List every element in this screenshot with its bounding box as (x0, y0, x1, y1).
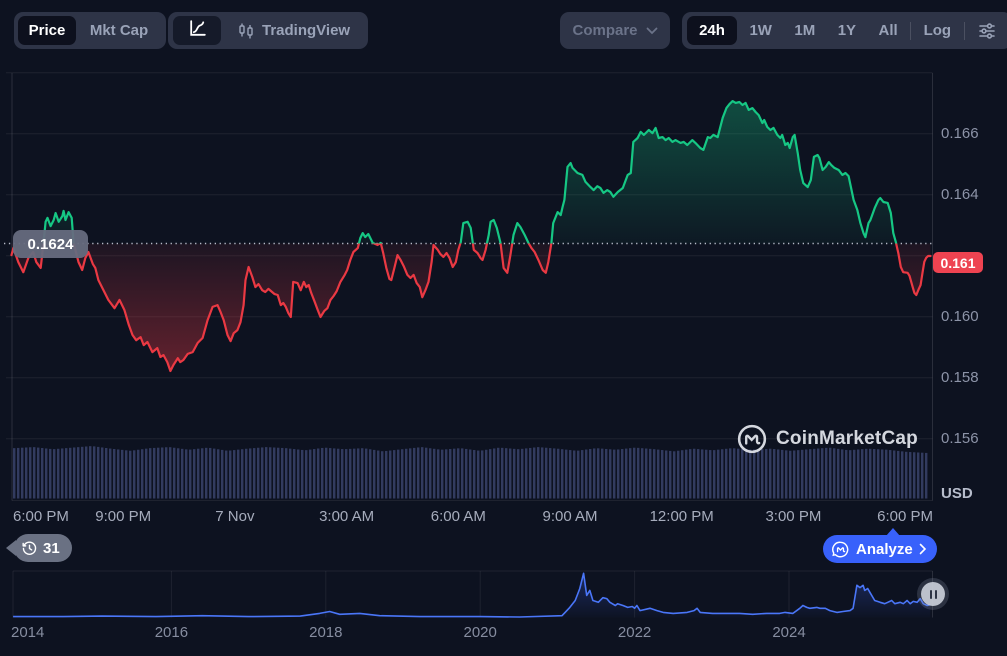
y-axis-label: 0.164 (941, 186, 1001, 203)
compare-button[interactable]: Compare (560, 12, 670, 49)
history-clock-icon (21, 540, 38, 557)
sliders-icon (977, 21, 997, 41)
range-slider-handle[interactable] (921, 582, 945, 606)
y-axis-label: 0.156 (941, 430, 1001, 447)
range-1y-button[interactable]: 1Y (828, 16, 866, 45)
tradingview-label: TradingView (262, 22, 350, 39)
time-axis-label: 12:00 PM (650, 508, 714, 525)
year-axis-label: 2020 (464, 624, 497, 641)
line-chart-type-button[interactable] (173, 16, 221, 45)
year-axis-label: 2016 (155, 624, 188, 641)
time-axis-label: 9:00 PM (95, 508, 151, 525)
watermark-label: CoinMarketCap (776, 428, 918, 450)
chevron-right-icon (919, 543, 927, 555)
chevron-down-icon (646, 27, 658, 35)
line-chart-icon (187, 18, 208, 44)
year-axis-label: 2018 (309, 624, 342, 641)
range-1w-button[interactable]: 1W (739, 16, 782, 45)
y-axis-label: 0.166 (941, 125, 1001, 142)
range-selector-group: 24h 1W 1M 1Y All Log (682, 12, 1007, 49)
coinmarketcap-logo-icon (737, 424, 767, 454)
baseline-price-label: 0.1624 (13, 230, 88, 258)
current-price-badge: 0.161 (933, 252, 983, 273)
price-tab[interactable]: Price (18, 16, 76, 45)
compare-label: Compare (572, 22, 637, 39)
time-axis-label: 6:00 PM (13, 508, 69, 525)
range-all-button[interactable]: All (869, 16, 908, 45)
year-axis-label: 2024 (772, 624, 805, 641)
year-axis-label: 2022 (618, 624, 651, 641)
range-1m-button[interactable]: 1M (784, 16, 825, 45)
history-badge[interactable]: 31 (14, 534, 72, 562)
time-axis-label: 6:00 PM (877, 508, 933, 525)
candlestick-icon (237, 22, 255, 40)
price-mktcap-toggle: Price Mkt Cap (14, 12, 166, 49)
analyze-button[interactable]: Analyze (823, 535, 937, 563)
history-count: 31 (43, 540, 60, 557)
log-scale-toggle[interactable]: Log (914, 16, 962, 45)
analyze-label: Analyze (856, 541, 913, 558)
time-axis-label: 3:00 AM (319, 508, 374, 525)
time-axis-label: 9:00 AM (542, 508, 597, 525)
cmc-bubble-icon (831, 540, 850, 559)
divider (910, 22, 911, 40)
year-axis: 2014 2016 2018 2020 2022 2024 (0, 624, 1007, 644)
time-axis-label: 7 Nov (215, 508, 254, 525)
coinmarketcap-watermark: CoinMarketCap (737, 424, 918, 454)
chart-toolbar: Price Mkt Cap TradingView Compare (0, 0, 1007, 60)
time-axis: 6:00 PM 9:00 PM 7 Nov 3:00 AM 6:00 AM 9:00 AM… (0, 508, 1007, 534)
range-24h-button[interactable]: 24h (687, 16, 737, 45)
y-axis-label: 0.160 (941, 308, 1001, 325)
tradingview-chart-button[interactable]: TradingView (237, 22, 350, 40)
divider (964, 22, 965, 40)
chart-type-group: TradingView (168, 12, 368, 49)
currency-axis-label: USD (941, 485, 1001, 502)
mktcap-tab[interactable]: Mkt Cap (76, 16, 162, 45)
year-axis-label: 2014 (11, 624, 44, 641)
time-axis-label: 6:00 AM (431, 508, 486, 525)
chart-settings-button[interactable] (967, 16, 1007, 45)
y-axis-label: 0.158 (941, 369, 1001, 386)
time-axis-label: 3:00 PM (765, 508, 821, 525)
